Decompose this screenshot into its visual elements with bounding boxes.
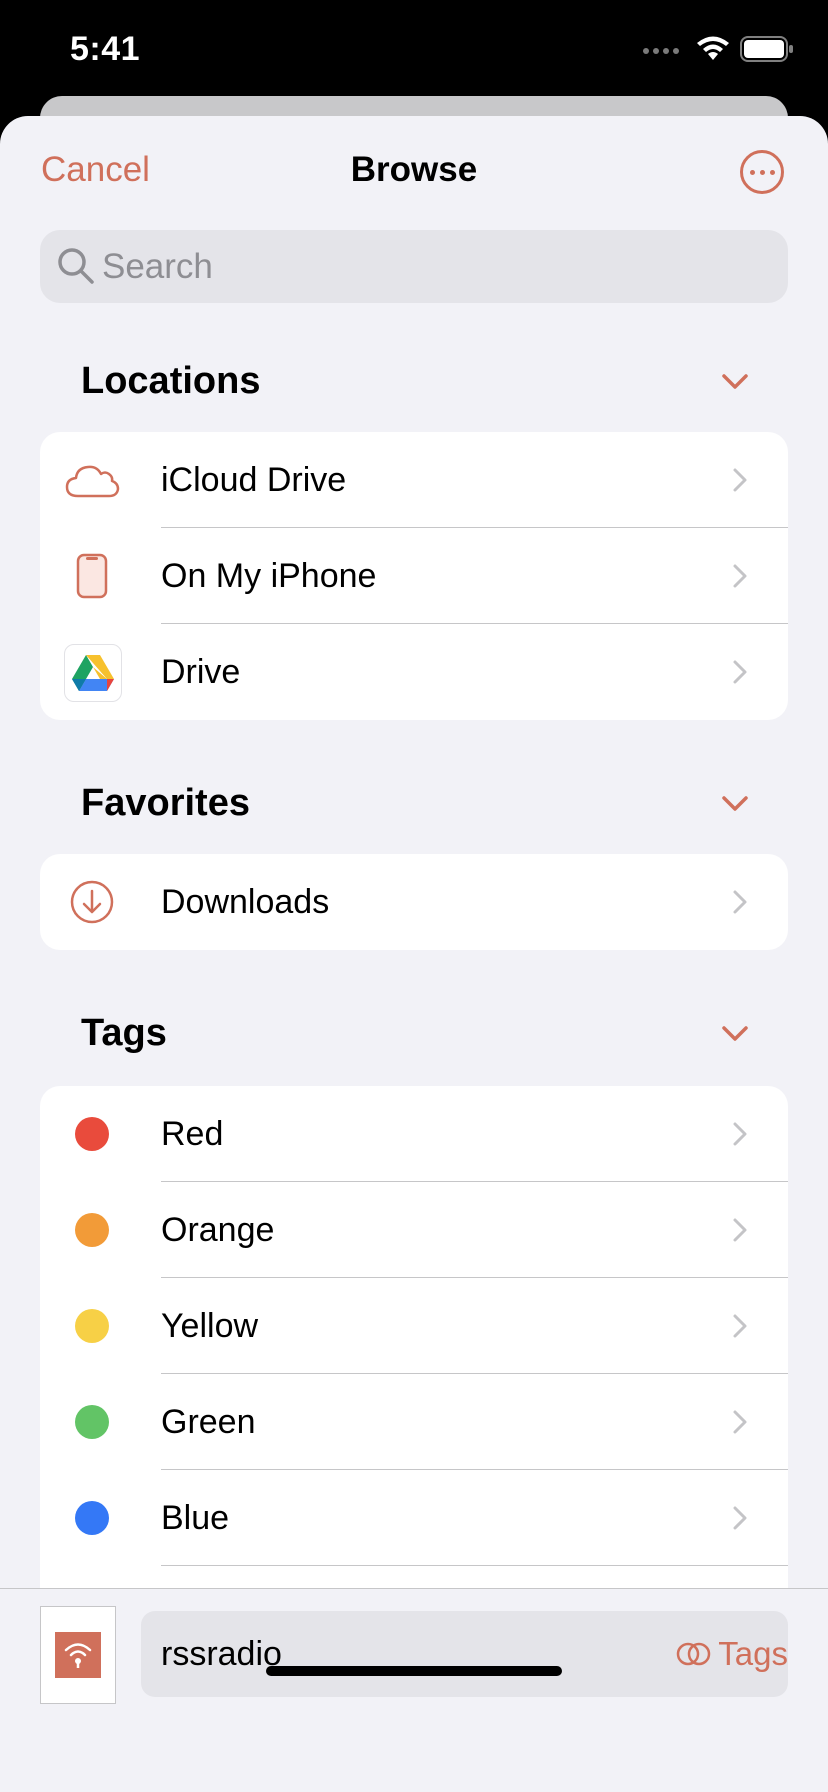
iphone-icon <box>64 548 120 604</box>
cloud-icon <box>64 452 120 508</box>
tags-button-label: Tags <box>718 1635 788 1672</box>
search-input[interactable] <box>102 230 762 303</box>
filename-input[interactable] <box>161 1611 601 1697</box>
browse-sheet: Cancel Browse Locations iCloud Drive <box>0 116 828 1792</box>
favorite-downloads[interactable]: Downloads <box>40 854 788 950</box>
orange-tag-dot-icon <box>75 1213 109 1247</box>
tags-button[interactable]: Tags <box>676 1611 788 1697</box>
chevron-right-icon <box>733 1122 747 1146</box>
status-icons <box>642 36 794 67</box>
file-thumbnail <box>40 1606 116 1704</box>
locations-heading: Locations <box>81 360 261 402</box>
chevron-right-icon <box>733 1218 747 1242</box>
podcast-icon <box>55 1632 101 1678</box>
tags-circles-icon <box>677 1642 711 1666</box>
chevron-right-icon <box>733 660 747 684</box>
search-icon <box>58 248 94 284</box>
navigation-bar: Cancel Browse <box>0 116 828 228</box>
chevron-down-icon[interactable] <box>722 794 748 814</box>
save-bar: Tags <box>0 1588 828 1792</box>
favorites-heading: Favorites <box>81 782 250 824</box>
cellular-icon <box>642 43 686 61</box>
chevron-down-icon[interactable] <box>722 372 748 392</box>
status-time: 5:41 <box>70 30 141 68</box>
tag-yellow[interactable]: Yellow <box>40 1278 788 1374</box>
tag-orange[interactable]: Orange <box>40 1182 788 1278</box>
search-bar[interactable] <box>40 230 788 303</box>
chevron-right-icon <box>733 564 747 588</box>
home-indicator[interactable] <box>266 1666 562 1676</box>
green-tag-dot-icon <box>75 1405 109 1439</box>
filename-field[interactable]: Tags <box>141 1611 788 1697</box>
blue-tag-dot-icon <box>75 1501 109 1535</box>
tag-blue[interactable]: Blue <box>40 1470 788 1566</box>
location-icloud-drive[interactable]: iCloud Drive <box>40 432 788 528</box>
tag-label: Green <box>161 1403 256 1441</box>
battery-icon <box>740 36 794 67</box>
tag-label: Yellow <box>161 1307 259 1345</box>
tag-green[interactable]: Green <box>40 1374 788 1470</box>
wifi-icon <box>696 36 730 67</box>
location-label: On My iPhone <box>161 557 377 595</box>
yellow-tag-dot-icon <box>75 1309 109 1343</box>
cancel-button[interactable]: Cancel <box>41 150 150 190</box>
tags-list: Red Orange Yellow Green Blue <box>40 1086 788 1606</box>
chevron-down-icon[interactable] <box>722 1024 748 1044</box>
favorites-list: Downloads <box>40 854 788 950</box>
tag-red[interactable]: Red <box>40 1086 788 1182</box>
tag-label: Orange <box>161 1211 275 1249</box>
tag-label: Red <box>161 1115 224 1153</box>
location-on-my-iphone[interactable]: On My iPhone <box>40 528 788 624</box>
status-bar: 5:41 <box>0 0 828 100</box>
locations-list: iCloud Drive On My iPhone Drive <box>40 432 788 720</box>
tag-label: Blue <box>161 1499 230 1537</box>
chevron-right-icon <box>733 1410 747 1434</box>
location-drive[interactable]: Drive <box>40 624 788 720</box>
download-circle-icon <box>64 874 120 930</box>
chevron-right-icon <box>733 1314 747 1338</box>
google-drive-icon <box>64 644 122 702</box>
chevron-right-icon <box>733 890 747 914</box>
chevron-right-icon <box>733 1506 747 1530</box>
red-tag-dot-icon <box>75 1117 109 1151</box>
ellipsis-circle-icon[interactable] <box>740 150 784 194</box>
favorite-label: Downloads <box>161 883 330 921</box>
chevron-right-icon <box>733 468 747 492</box>
divider <box>161 1565 788 1566</box>
location-label: iCloud Drive <box>161 461 347 499</box>
location-label: Drive <box>161 653 241 691</box>
tags-heading: Tags <box>81 1012 167 1054</box>
